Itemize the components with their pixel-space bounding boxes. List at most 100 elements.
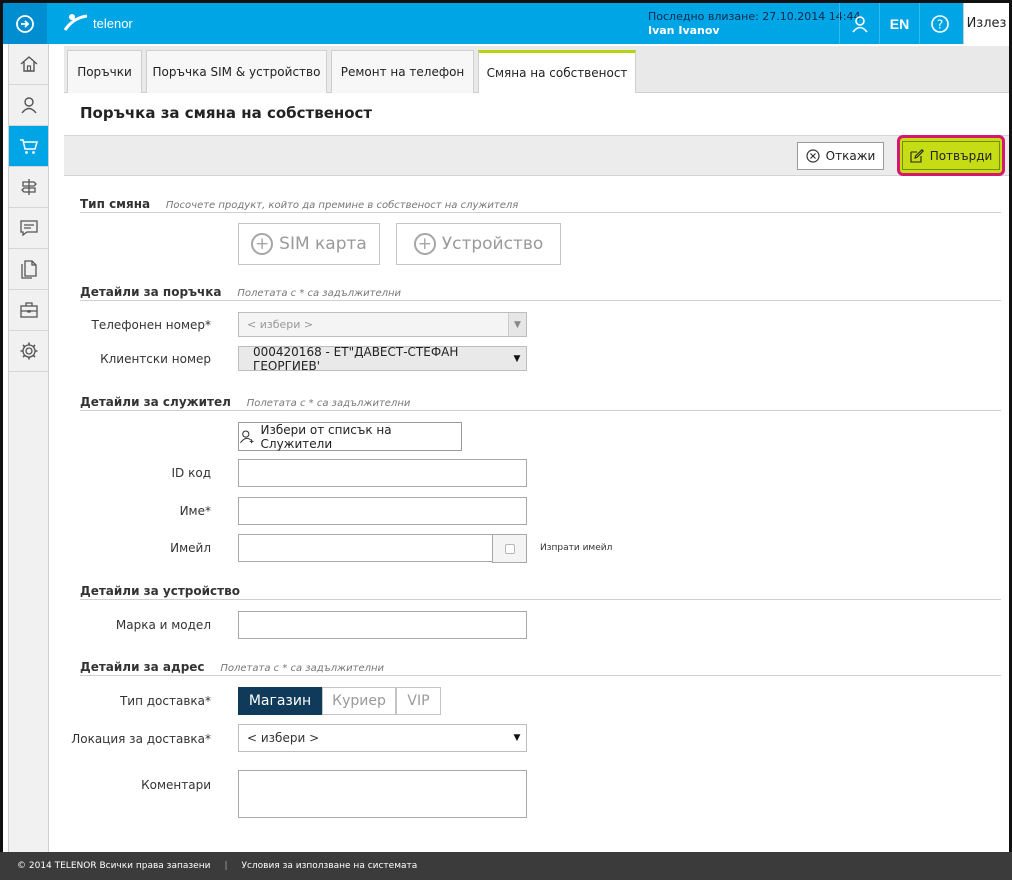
brand-model-input[interactable] <box>238 611 527 639</box>
last-login-text: Последно влизане: 27.10.2014 14:44 <box>648 10 861 23</box>
user-icon <box>20 97 37 114</box>
arrow-right-circle-icon <box>16 14 34 33</box>
phone-number-label: Телефонен номер* <box>91 318 212 332</box>
section-note: Полетата с * са задължителни <box>237 288 402 299</box>
section-heading: Детайли за поръчка <box>80 285 222 299</box>
footer-terms-link[interactable]: Условия за използване на системата <box>241 861 417 871</box>
tab-orders[interactable]: Поръчки <box>67 50 142 93</box>
comments-textarea[interactable] <box>238 770 527 818</box>
send-email-checkbox[interactable] <box>504 543 515 554</box>
tab-sim-device-order[interactable]: Поръчка SIM & устройство <box>146 50 327 93</box>
choose-employee-label: Избери от списък на Служители <box>260 422 392 451</box>
telenor-logo: telenor <box>63 12 133 34</box>
device-button[interactable]: + Устройство <box>396 223 561 265</box>
section-address-details: Детайли за адрес Полетата с * са задължи… <box>80 660 1001 676</box>
profile-button[interactable] <box>839 3 879 44</box>
user-icon <box>851 15 868 33</box>
cancel-label: Откажи <box>825 149 876 163</box>
section-heading: Детайли за адрес <box>80 660 205 674</box>
confirm-button[interactable]: Потвърди <box>897 135 1005 176</box>
confirm-label: Потвърди <box>929 148 993 163</box>
sidebar-item-cart[interactable] <box>9 126 48 167</box>
footer-copyright: © 2014 TELENOR Всички права запазени <box>17 861 211 871</box>
logout-button[interactable]: Излез <box>963 3 1009 44</box>
menu-toggle-button[interactable] <box>3 3 47 44</box>
section-heading: Детайли за устройство <box>80 584 240 598</box>
section-note: Посочете продукт, който да премине в соб… <box>165 200 519 211</box>
tab-phone-repair[interactable]: Ремонт на телефон <box>331 50 474 93</box>
last-login-info: Последно влизане: 27.10.2014 14:44 Ivan … <box>648 10 860 38</box>
brand-model-label: Марка и модел <box>115 618 211 632</box>
top-header: telenor Последно влизане: 27.10.2014 14:… <box>3 3 1009 44</box>
sidebar-item-signpost[interactable] <box>9 167 48 208</box>
chevron-down-icon: ▼ <box>513 353 521 364</box>
sim-card-button[interactable]: + SIM карта <box>238 223 380 265</box>
tab-strip: Поръчки Поръчка SIM & устройство Ремонт … <box>64 46 1009 93</box>
email-label: Имейл <box>170 541 211 555</box>
language-button[interactable]: EN <box>879 3 919 44</box>
phone-number-placeholder: < избери > <box>247 318 314 331</box>
cancel-button[interactable]: Откажи <box>797 142 884 170</box>
edit-icon <box>910 148 924 163</box>
app-frame: telenor Последно влизане: 27.10.2014 14:… <box>0 0 1012 880</box>
phone-number-select[interactable]: < избери > ▼ <box>238 312 527 337</box>
client-number-value: 000420168 - ЕТ"ДАВЕСТ-СТЕФАН ГЕОРГИЕВ' <box>253 344 459 373</box>
section-order-details: Детайли за поръчка Полетата с * са задъл… <box>80 285 1001 301</box>
chevron-down-icon: ▼ <box>508 313 526 336</box>
delivery-location-value: < избери > <box>247 731 320 745</box>
telenor-logo-icon <box>63 14 88 31</box>
section-device-details: Детайли за устройство <box>80 584 1001 600</box>
choose-employee-button[interactable]: Избери от списък на Служители <box>238 422 462 451</box>
delivery-option-vip[interactable]: VIP <box>396 687 441 715</box>
id-code-label: ID код <box>171 466 211 480</box>
delivery-option-store[interactable]: Магазин <box>238 687 322 715</box>
section-heading: Детайли за служител <box>80 395 231 409</box>
send-email-label: Изпрати имейл <box>540 543 613 553</box>
user-icon <box>240 429 254 443</box>
briefcase-icon <box>19 302 38 318</box>
id-code-input[interactable] <box>238 459 527 487</box>
name-input[interactable] <box>238 497 527 525</box>
svg-text:?: ? <box>936 17 942 31</box>
plus-circle-icon: + <box>251 233 274 255</box>
signpost-icon <box>20 179 37 195</box>
action-bar: Откажи Потвърди <box>64 135 1009 176</box>
delivery-option-courier[interactable]: Куриер <box>322 687 396 715</box>
name-label: Име* <box>179 504 211 518</box>
page-title: Поръчка за смяна на собственост <box>80 104 373 122</box>
help-icon: ? <box>930 14 949 33</box>
sim-card-label: SIM карта <box>279 234 367 254</box>
footer-separator: | <box>224 861 228 871</box>
section-employee-details: Детайли за служител Полетата с * са задъ… <box>80 395 1001 411</box>
close-circle-icon <box>806 149 820 163</box>
section-note: Полетата с * са задължителни <box>220 663 385 674</box>
sidebar-item-documents[interactable] <box>9 249 48 290</box>
home-icon <box>20 56 37 72</box>
client-number-select[interactable]: 000420168 - ЕТ"ДАВЕСТ-СТЕФАН ГЕОРГИЕВ' ▼ <box>238 344 527 373</box>
section-change-type: Тип смяна Посочете продукт, който да пре… <box>80 197 1001 213</box>
delivery-location-select[interactable]: < избери > ▼ <box>238 724 527 752</box>
plus-circle-icon: + <box>413 233 436 255</box>
tab-ownership-change[interactable]: Смяна на собственост <box>478 50 636 93</box>
logo-text: telenor <box>93 15 133 31</box>
sidebar-item-home[interactable] <box>9 44 48 85</box>
chat-icon <box>19 220 38 237</box>
section-heading: Тип смяна <box>80 197 151 211</box>
client-number-label: Клиентски номер <box>100 352 211 366</box>
footer: © 2014 TELENOR Всички права запазени | У… <box>0 852 1012 880</box>
device-label: Устройство <box>441 234 544 254</box>
delivery-location-label: Локация за доставка* <box>71 732 211 746</box>
email-input[interactable] <box>238 534 493 562</box>
user-name: Ivan Ivanov <box>648 24 720 37</box>
sidebar-item-messages[interactable] <box>9 208 48 249</box>
delivery-type-label: Тип доставка* <box>119 694 211 708</box>
sidebar-item-users[interactable] <box>9 85 48 126</box>
send-email-checkbox-cell <box>492 534 527 563</box>
chevron-down-icon: ▼ <box>513 733 521 743</box>
section-note: Полетата с * са задължителни <box>246 398 411 409</box>
help-button[interactable]: ? <box>919 3 959 44</box>
confirm-button-inner: Потвърди <box>902 141 1000 170</box>
comments-label: Коментари <box>141 778 211 792</box>
cart-icon <box>19 139 38 154</box>
documents-icon <box>20 260 37 279</box>
